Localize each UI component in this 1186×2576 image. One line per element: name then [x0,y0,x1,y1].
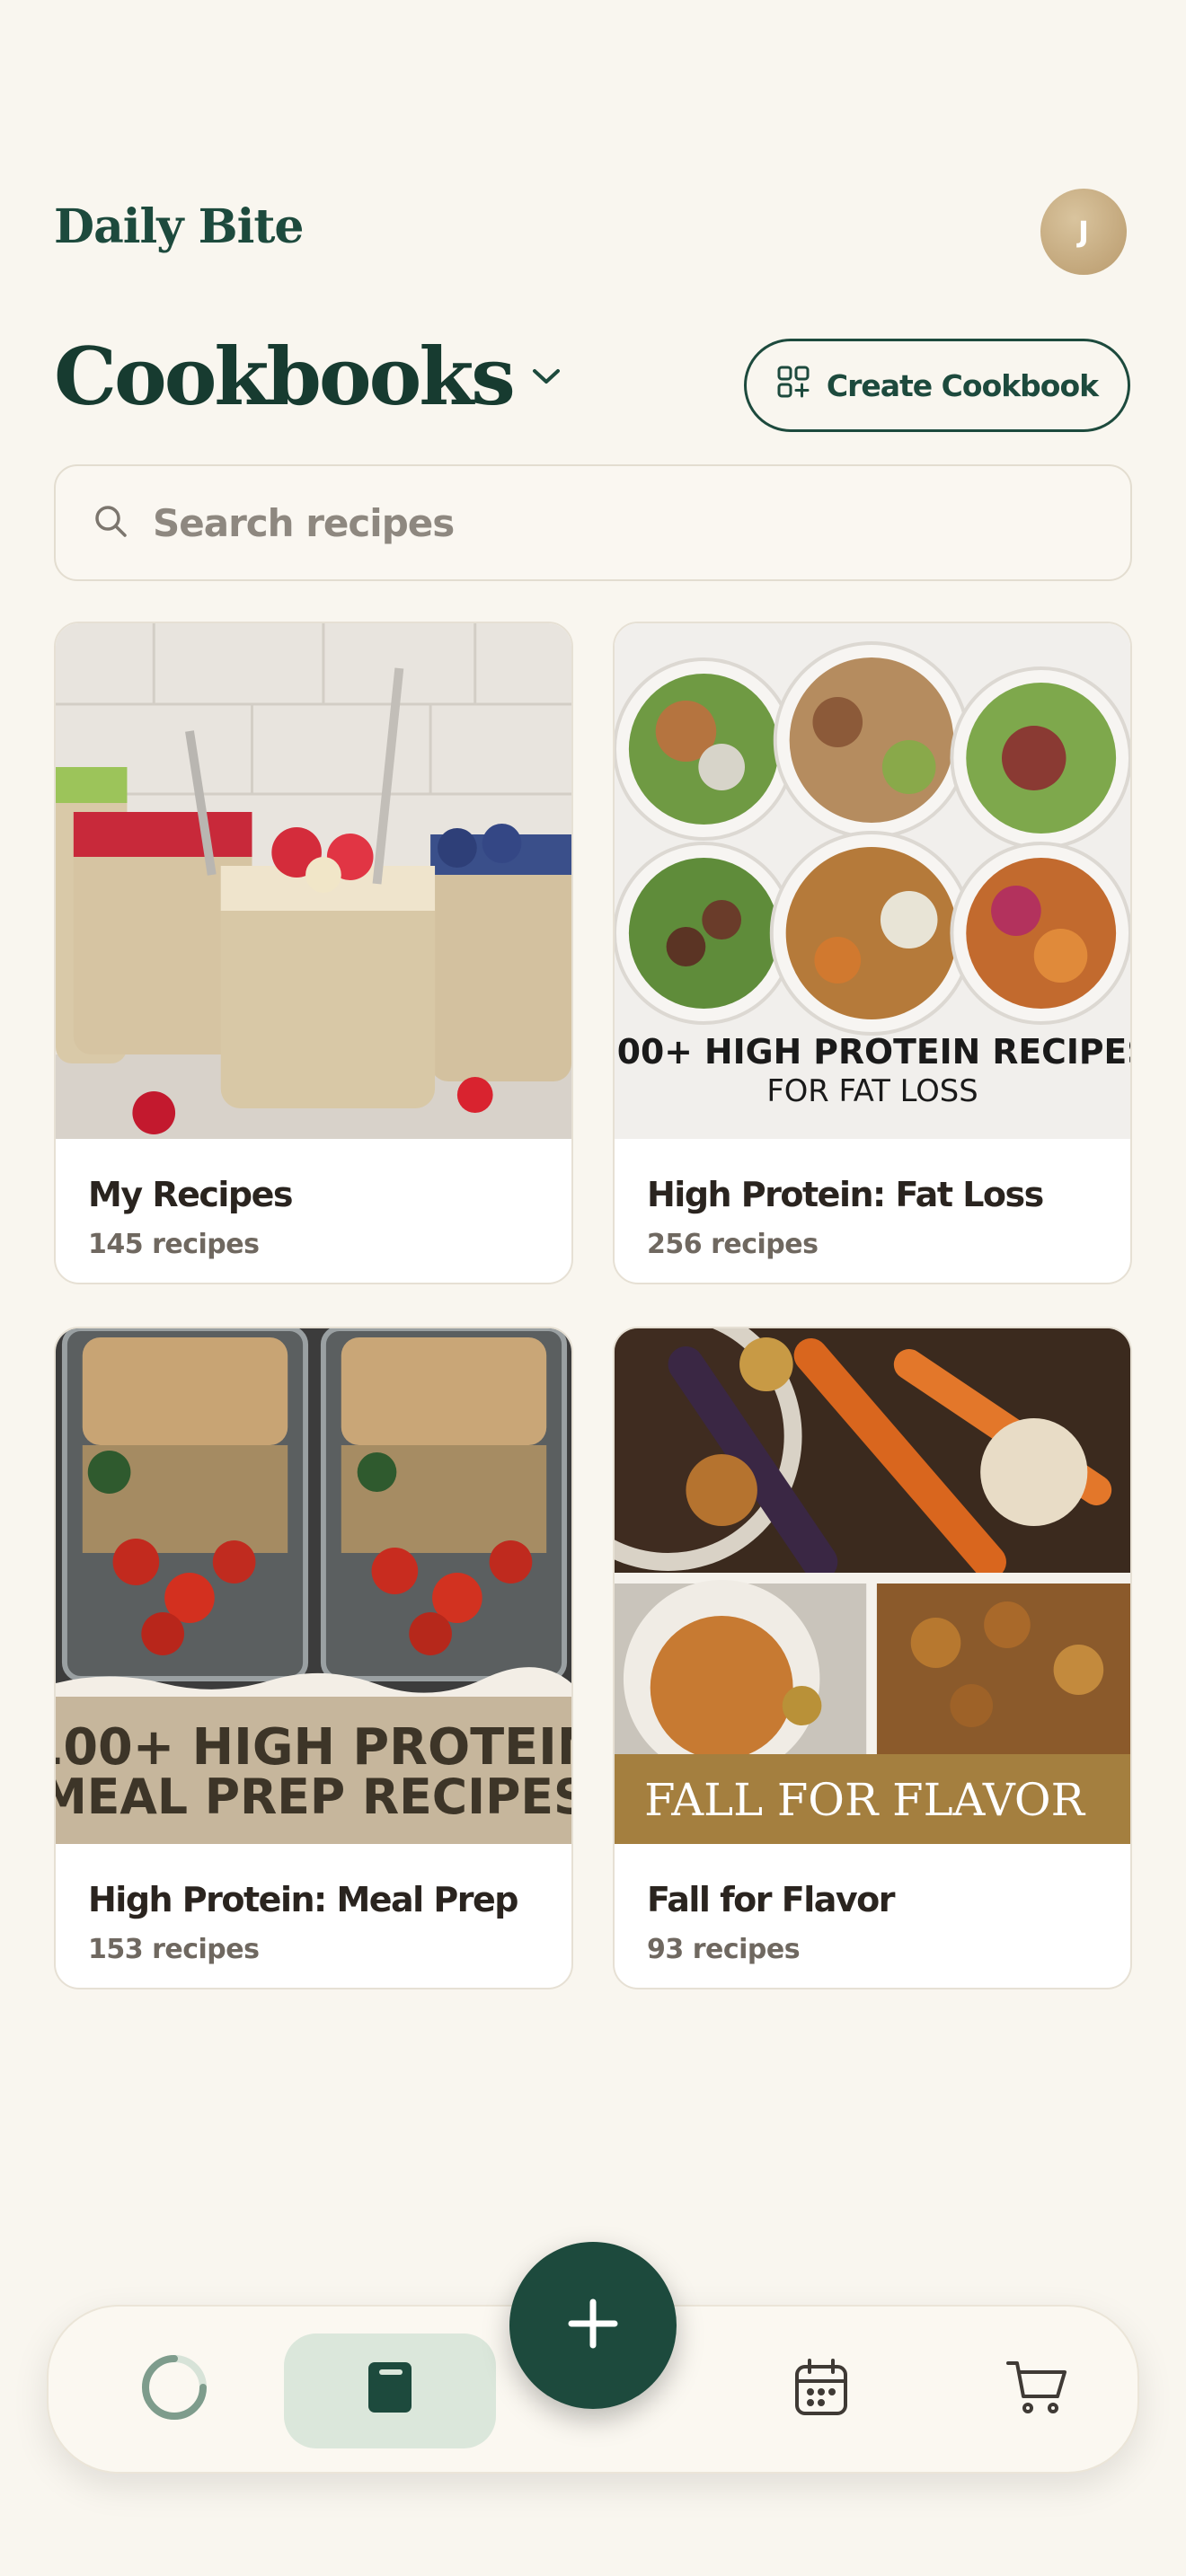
cookbook-cover-image: 200+ HIGH PROTEIN RECIPES FOR FAT LOSS [615,623,1130,1139]
cookbook-count: 256 recipes [647,1229,819,1260]
cookbook-cover-image: FALL FOR FLAVOR [615,1328,1130,1844]
cookbook-name: High Protein: Fat Loss [647,1175,1044,1214]
cart-icon [1005,2359,1068,2420]
cookbook-card-high-protein-fat-loss[interactable]: 200+ HIGH PROTEIN RECIPES FOR FAT LOSS H… [613,622,1132,1284]
plus-icon [566,2297,620,2354]
cover-title-line2: MEAL PREP RECIPES [56,1769,571,1825]
page-title: Cookbooks [54,330,516,423]
calendar-icon [793,2358,849,2421]
avatar[interactable]: J [1040,189,1127,275]
cookbook-name: High Protein: Meal Prep [88,1880,519,1919]
nav-item-cart[interactable] [965,2307,1109,2472]
cookbook-card-fall-for-flavor[interactable]: FALL FOR FLAVOR Fall for Flavor 93 recip… [613,1327,1132,1989]
cover-title-line2: FOR FAT LOSS [766,1073,978,1108]
cookbook-count: 153 recipes [88,1934,260,1965]
create-cookbook-button[interactable]: Create Cookbook [744,339,1130,432]
nav-item-loading[interactable] [102,2307,246,2472]
search-input[interactable]: Search recipes [54,464,1132,581]
add-button[interactable] [509,2242,677,2409]
cookbook-cover-image: 100+ HIGH PROTEIN MEAL PREP RECIPES [56,1328,571,1844]
search-placeholder: Search recipes [153,500,455,545]
cookbook-count: 93 recipes [647,1934,801,1965]
cookbook-card-my-recipes[interactable]: My Recipes 145 recipes [54,622,573,1284]
cookbook-icon [367,2360,413,2418]
cover-banner-text: FALL FOR FLAVOR [644,1774,1085,1826]
cookbook-count: 145 recipes [88,1229,260,1260]
loading-ring-icon [138,2351,210,2427]
cover-title-line1: 200+ HIGH PROTEIN RECIPES [615,1032,1130,1072]
cookbook-cover-image [56,623,571,1139]
nav-item-cookbooks[interactable] [284,2307,496,2472]
cookbook-name: My Recipes [88,1175,294,1214]
create-cookbook-label: Create Cookbook [826,367,1099,403]
grid-plus-icon [776,365,810,406]
cookbook-name: Fall for Flavor [647,1880,896,1919]
cookbook-card-high-protein-meal-prep[interactable]: 100+ HIGH PROTEIN MEAL PREP RECIPES High… [54,1327,573,1989]
chevron-down-icon [531,366,562,386]
nav-item-calendar[interactable] [749,2307,893,2472]
page-title-dropdown[interactable]: Cookbooks [54,337,562,416]
app-title: Daily Bite [54,199,304,254]
search-icon [92,502,129,543]
